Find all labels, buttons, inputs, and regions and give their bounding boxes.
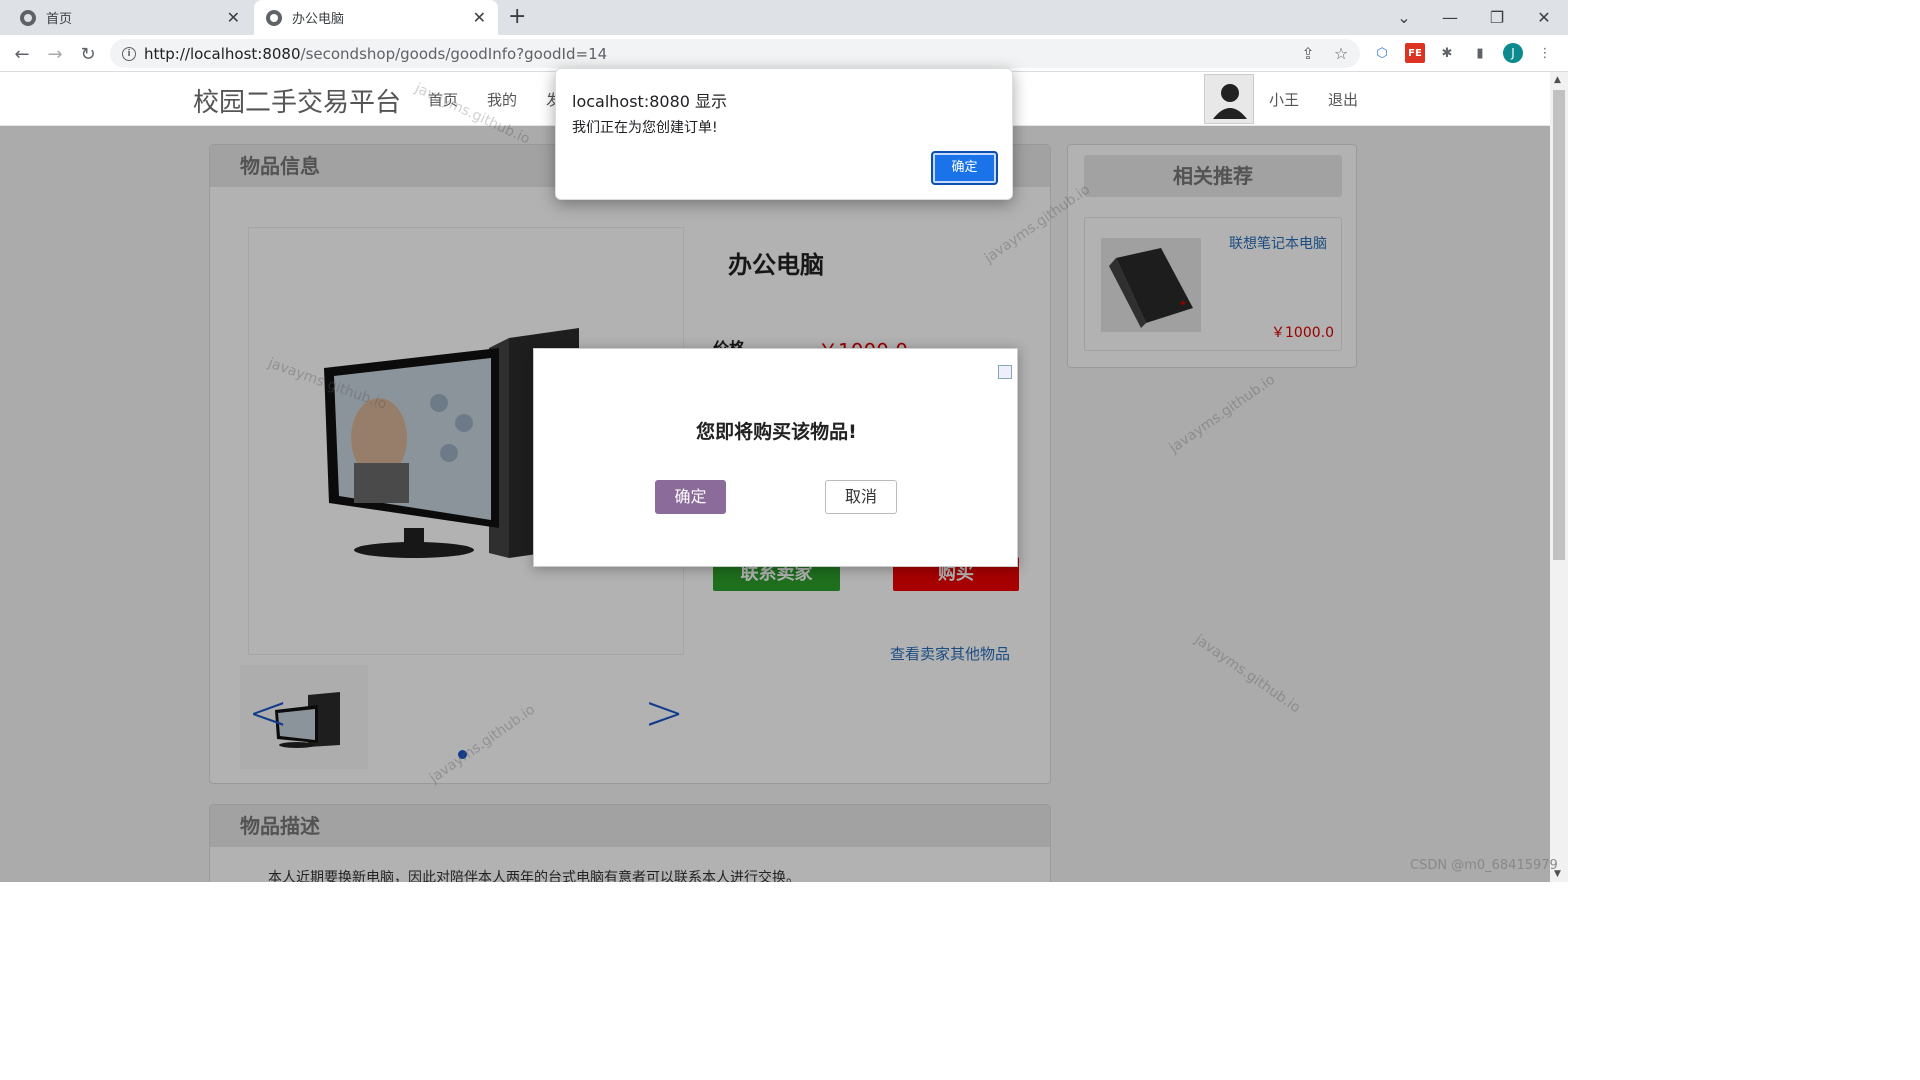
minimize-button[interactable]: — (1427, 0, 1473, 35)
close-window-button[interactable]: ✕ (1521, 0, 1567, 35)
share-icon[interactable]: ⇪ (1298, 43, 1318, 63)
profile-avatar[interactable]: J (1503, 43, 1523, 63)
side-panel-icon[interactable]: ▮ (1470, 43, 1490, 63)
scroll-up-icon[interactable]: ▲ (1554, 75, 1561, 85)
confirm-ok-button[interactable]: 确定 (655, 480, 726, 514)
page-scrollbar[interactable]: ▲ ▼ (1550, 72, 1568, 882)
alert-ok-button[interactable]: 确定 (931, 151, 998, 185)
back-button[interactable]: ← (9, 41, 35, 67)
nav-mine[interactable]: 我的 (487, 89, 517, 110)
url-input[interactable]: i http://localhost:8080/secondshop/goods… (110, 39, 1360, 68)
close-icon[interactable]: ✕ (473, 8, 486, 27)
globe-icon (20, 9, 36, 26)
footer-credit: CSDN @m0_68415979 (1410, 858, 1558, 873)
scrollbar-thumb[interactable] (1553, 90, 1565, 560)
user-name[interactable]: 小王 (1269, 89, 1299, 110)
confirm-dialog: 您即将购买该物品! 确定 取消 (533, 348, 1018, 567)
menu-icon[interactable]: ⋮ (1535, 43, 1555, 63)
new-tab-button[interactable]: + (508, 4, 526, 29)
site-logo[interactable]: 校园二手交易平台 (193, 82, 401, 119)
url-path: /secondshop/goods/goodInfo?goodId=14 (300, 44, 608, 63)
extension-icon[interactable]: ⬡ (1372, 43, 1392, 63)
avatar[interactable] (1204, 74, 1254, 124)
browser-tab-bar: 首页 ✕ 办公电脑 ✕ + ⌄ — ❐ ✕ (0, 0, 1568, 35)
close-icon[interactable]: ✕ (227, 8, 240, 27)
tab-title: 首页 (46, 12, 73, 27)
address-bar-row: ← → ↻ i http://localhost:8080/secondshop… (0, 35, 1568, 72)
tab-home[interactable]: 首页 ✕ (8, 0, 252, 35)
alert-dialog: localhost:8080 显示 我们正在为您创建订单! 确定 (555, 68, 1013, 200)
info-icon[interactable]: i (122, 46, 136, 61)
reload-button[interactable]: ↻ (75, 41, 101, 67)
forward-button[interactable]: → (42, 41, 68, 67)
fe-extension-icon[interactable]: FE (1405, 43, 1425, 63)
tab-title: 办公电脑 (292, 12, 345, 27)
puzzle-icon[interactable]: ✱ (1437, 43, 1457, 63)
tab-office-pc[interactable]: 办公电脑 ✕ (254, 0, 498, 35)
restore-button[interactable]: ❐ (1474, 0, 1520, 35)
url-host: http://localhost:8080 (144, 44, 301, 63)
star-icon[interactable]: ☆ (1331, 43, 1351, 63)
globe-icon (266, 9, 282, 26)
alert-title: localhost:8080 显示 (572, 92, 728, 111)
confirm-message: 您即将购买该物品! (696, 421, 857, 443)
logout-link[interactable]: 退出 (1328, 89, 1358, 110)
tab-search-icon[interactable]: ⌄ (1381, 0, 1427, 35)
alert-message: 我们正在为您创建订单! (572, 120, 718, 136)
close-icon[interactable] (998, 365, 1012, 379)
confirm-cancel-button[interactable]: 取消 (825, 480, 897, 514)
